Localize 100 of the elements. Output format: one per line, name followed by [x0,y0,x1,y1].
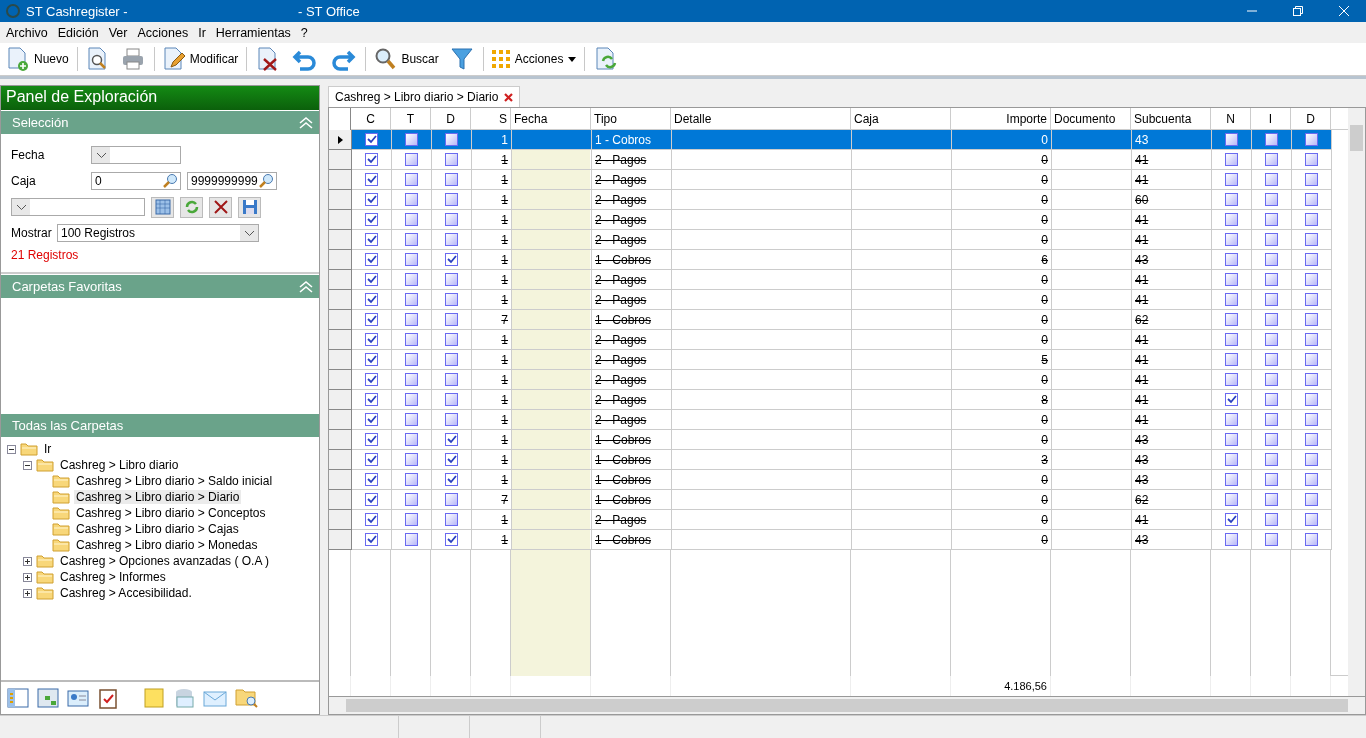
checkbox[interactable] [365,373,378,386]
checkbox[interactable] [1265,333,1278,346]
input-field[interactable]: 9999999999 [187,172,277,190]
checkbox[interactable] [405,413,418,426]
checkbox[interactable] [445,433,458,446]
checkbox[interactable] [1225,333,1238,346]
checkbox[interactable] [1305,473,1318,486]
checkbox[interactable] [1305,493,1318,506]
checkbox[interactable] [365,193,378,206]
checkbox[interactable] [1305,193,1318,206]
preview-icon[interactable] [86,47,109,71]
tree-item[interactable]: Cashreg > Libro diario > Saldo inicial [74,474,275,488]
row-header[interactable] [329,130,352,150]
checkbox[interactable] [1265,373,1278,386]
checkbox[interactable] [1305,233,1318,246]
checkbox[interactable] [1225,193,1238,206]
checkbox[interactable] [1265,233,1278,246]
checkbox[interactable] [1225,133,1238,146]
checkbox[interactable] [1225,353,1238,366]
checkbox[interactable] [445,413,458,426]
vertical-scrollbar[interactable] [1348,108,1365,696]
restore-icon[interactable] [1292,5,1304,17]
folder-search-icon[interactable] [235,687,259,709]
tree-item[interactable]: Cashreg > Libro diario > Cajas [74,522,241,536]
checkbox[interactable] [1265,453,1278,466]
checkbox[interactable] [1265,273,1278,286]
table-row[interactable]: 1 1 - Cobros 0 43 [352,130,1332,150]
checkbox[interactable] [445,213,458,226]
menu-item[interactable]: Ir [193,25,211,40]
layout-icon[interactable] [7,687,29,709]
checkbox[interactable] [445,193,458,206]
checkbox[interactable] [1265,193,1278,206]
search-button[interactable]: Buscar [372,45,441,73]
edit-button[interactable]: Modificar [160,45,241,73]
checkbox[interactable] [1225,273,1238,286]
expander-icon[interactable] [23,572,32,582]
checkbox[interactable] [1305,273,1318,286]
save-button[interactable] [238,196,261,218]
checkbox[interactable] [1225,533,1238,546]
checkbox[interactable] [1265,293,1278,306]
checkbox[interactable] [405,353,418,366]
checkbox[interactable] [445,333,458,346]
checkbox[interactable] [1265,433,1278,446]
refresh-button[interactable] [180,196,203,218]
checkbox[interactable] [1305,313,1318,326]
checkbox[interactable] [405,513,418,526]
checkbox[interactable] [365,273,378,286]
expander-icon[interactable] [23,460,32,470]
menu-item[interactable]: Ver [103,25,133,40]
checkbox[interactable] [365,433,378,446]
delete-button[interactable] [209,196,232,218]
tree-item[interactable]: Cashreg > Accesibilidad. [58,586,194,600]
checkbox[interactable] [365,393,378,406]
checkbox[interactable] [1225,313,1238,326]
checkbox[interactable] [405,473,418,486]
checkbox[interactable] [1225,213,1238,226]
checkbox[interactable] [445,173,458,186]
checkbox[interactable] [1225,393,1238,406]
checkbox[interactable] [1305,253,1318,266]
checkbox[interactable] [365,473,378,486]
checkbox[interactable] [1265,513,1278,526]
expander-icon[interactable] [7,444,16,454]
new-button[interactable]: Nuevo [5,45,71,73]
calendar-icon[interactable] [37,687,59,709]
checkbox[interactable] [365,313,378,326]
checkbox[interactable] [405,293,418,306]
checkbox[interactable] [1265,533,1278,546]
checkbox[interactable] [405,253,418,266]
checkbox[interactable] [405,493,418,506]
checkbox[interactable] [1225,253,1238,266]
checkbox[interactable] [405,373,418,386]
checkbox[interactable] [405,213,418,226]
checkbox[interactable] [445,533,458,546]
checkbox[interactable] [1225,153,1238,166]
checkbox[interactable] [1305,433,1318,446]
checkbox[interactable] [1305,533,1318,546]
checkbox[interactable] [365,173,378,186]
checkbox[interactable] [1265,313,1278,326]
contact-card-icon[interactable] [67,687,89,709]
checkbox[interactable] [405,233,418,246]
checkbox[interactable] [1305,453,1318,466]
tree-item[interactable]: Cashreg > Libro diario > Monedas [74,538,260,552]
checkbox[interactable] [1305,293,1318,306]
checkbox[interactable] [445,313,458,326]
checkbox[interactable] [1305,333,1318,346]
checkbox[interactable] [1305,173,1318,186]
date-dropdown[interactable] [91,146,181,164]
checkbox[interactable] [1225,413,1238,426]
checkbox[interactable] [1305,513,1318,526]
checkbox[interactable] [1225,373,1238,386]
checkbox[interactable] [1225,173,1238,186]
records-dropdown[interactable]: 100 Registros [57,224,259,242]
menu-item[interactable]: Acciones [132,25,194,40]
checkbox[interactable] [1265,493,1278,506]
checkbox[interactable] [405,133,418,146]
checkbox[interactable] [1225,513,1238,526]
checkbox[interactable] [365,213,378,226]
checkbox[interactable] [1265,213,1278,226]
checkbox[interactable] [405,433,418,446]
checkbox[interactable] [365,493,378,506]
